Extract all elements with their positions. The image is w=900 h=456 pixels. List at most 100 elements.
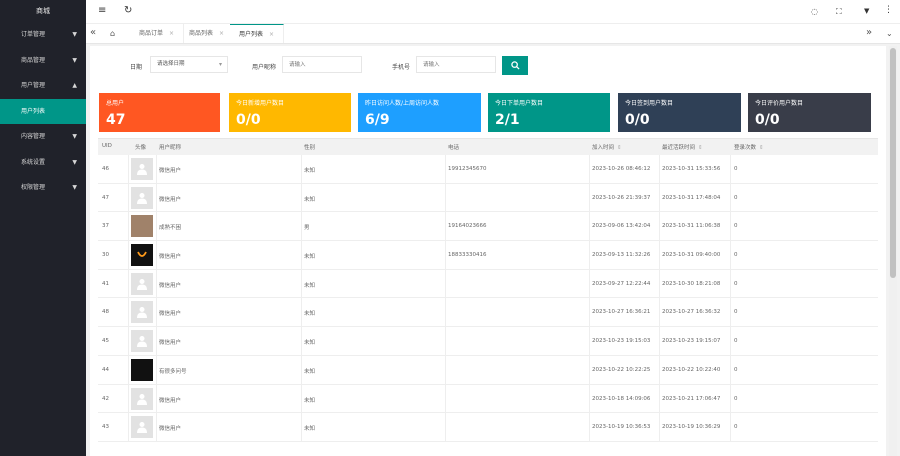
more-icon[interactable]: ⋮ — [884, 5, 893, 15]
menu-toggle-icon[interactable]: ≡ — [98, 5, 106, 16]
close-icon[interactable]: × — [169, 30, 174, 37]
column-divider — [128, 298, 129, 327]
sidebar-item-permissions[interactable]: 权限管理 ▼ — [0, 175, 86, 201]
column-divider — [589, 269, 590, 298]
column-divider — [301, 327, 302, 355]
user-placeholder-icon — [137, 192, 147, 204]
avatar[interactable] — [131, 244, 153, 267]
tab-product-orders[interactable]: 商品订单 × — [130, 24, 185, 43]
table-row[interactable]: 41 微信用户 未知 2023-09-27 12:22:44 2023-10-30 18… — [98, 269, 878, 299]
cell-join: 2023-10-19 10:36:53 — [592, 424, 651, 431]
avatar[interactable] — [131, 358, 153, 381]
cell-active: 2023-10-31 09:40:00 — [662, 252, 721, 259]
column-divider — [659, 241, 660, 269]
tab-label: 商品列表 — [189, 30, 214, 37]
table-row[interactable]: 48 微信用户 未知 2023-10-27 16:36:21 2023-10-27 16… — [98, 298, 878, 328]
column-divider — [156, 355, 157, 384]
table-row[interactable]: 42 微信用户 未知 2023-10-18 14:09:06 2023-10-21 17… — [98, 384, 878, 414]
refresh-icon[interactable]: ↻ — [124, 5, 132, 16]
table-row[interactable]: 37 成熟不困 男 19164023666 2023-09-06 13:42:04 202… — [98, 212, 878, 242]
tab-user-list[interactable]: 用户列表 × — [230, 24, 285, 43]
search-button[interactable] — [502, 56, 528, 75]
sidebar-item-orders[interactable]: 订单管理 ▼ — [0, 22, 86, 48]
tab-product-list[interactable]: 商品列表 × — [180, 24, 235, 43]
column-divider — [301, 212, 302, 241]
sidebar-item-user-list[interactable]: 用户列表 — [0, 98, 86, 124]
col-avatar[interactable]: 头像 — [135, 143, 146, 151]
cell-count: 0 — [734, 166, 738, 172]
tabs-scroll-right-icon[interactable]: » — [866, 27, 872, 38]
stat-card-value: 47 — [106, 112, 126, 128]
sidebar-item-label: 订单管理 — [21, 31, 46, 38]
column-divider — [301, 355, 302, 384]
table-row[interactable]: 43 微信用户 未知 2023-10-19 10:36:53 2023-10-19 10… — [98, 413, 878, 442]
sidebar-item-users[interactable]: 用户管理 ▲ — [0, 73, 86, 99]
cell-gender: 未知 — [304, 196, 316, 203]
col-active-time[interactable]: 最近活跃时间 ⇕ — [662, 143, 703, 151]
dropdown-icon[interactable]: ▼ — [864, 7, 869, 15]
col-login-count-label: 登录次数 — [734, 145, 757, 151]
tabs-scroll-left-icon[interactable]: « — [90, 27, 96, 38]
page-scrollbar[interactable] — [889, 46, 897, 456]
avatar[interactable] — [131, 272, 153, 295]
stat-card-ordering-users: 今日下单用户数目 2/1 — [488, 93, 610, 132]
user-placeholder-icon — [137, 307, 147, 319]
avatar[interactable] — [131, 158, 153, 180]
main-panel: 日期 请选择日期 ▾ 用户昵称 手机号 总用户 47 今日新增用户数目 0/0 … — [90, 46, 886, 456]
nickname-label: 用户昵称 — [252, 64, 277, 71]
fullscreen-icon[interactable]: ⛶ — [836, 7, 842, 17]
sort-icon[interactable]: ⇕ — [698, 145, 703, 151]
sort-icon[interactable]: ⇕ — [759, 145, 764, 151]
scrollbar-thumb[interactable] — [890, 48, 896, 278]
col-phone[interactable]: 电话 — [448, 143, 459, 151]
column-divider — [445, 183, 446, 212]
sidebar-item-content[interactable]: 内容管理 ▼ — [0, 124, 86, 150]
col-uid[interactable]: UID — [102, 143, 112, 149]
sort-icon[interactable]: ⇕ — [617, 145, 622, 151]
cell-uid: 42 — [102, 395, 109, 402]
column-divider — [589, 327, 590, 355]
cell-gender: 未知 — [304, 340, 316, 347]
theme-icon[interactable]: ◌ — [811, 7, 818, 16]
col-gender[interactable]: 性别 — [304, 143, 315, 151]
cell-join: 2023-10-23 19:15:03 — [592, 338, 651, 345]
date-select[interactable]: 请选择日期 ▾ — [150, 56, 228, 73]
avatar[interactable] — [131, 330, 153, 353]
cell-count: 0 — [734, 309, 738, 316]
stat-card-value: 2/1 — [495, 112, 520, 128]
column-divider — [128, 155, 129, 183]
stat-card-title: 昨日访问人数/上周访问人数 — [365, 100, 440, 107]
cell-join: 2023-10-18 14:09:06 — [592, 395, 651, 402]
column-divider — [730, 413, 731, 441]
table-row[interactable]: 46 微信用户 未知 19912345670 2023-10-26 08:46:12 20… — [98, 155, 878, 184]
column-divider — [589, 155, 590, 183]
cell-uid: 41 — [102, 280, 109, 287]
home-icon[interactable]: ⌂ — [110, 29, 115, 38]
sidebar-item-products[interactable]: 商品管理 ▼ — [0, 48, 86, 74]
avatar[interactable] — [131, 186, 153, 209]
avatar[interactable] — [131, 215, 153, 238]
chevron-down-icon: ▼ — [72, 158, 77, 166]
column-divider — [730, 355, 731, 384]
column-divider — [156, 183, 157, 212]
table-row[interactable]: 30 微信用户 未知 18833330416 2023-09-13 11:32:26 20… — [98, 241, 878, 270]
sidebar-item-system[interactable]: 系统设置 ▼ — [0, 150, 86, 176]
avatar[interactable] — [131, 387, 153, 410]
col-login-count[interactable]: 登录次数 ⇕ — [734, 143, 764, 151]
chevron-down-icon[interactable]: ⌄ — [886, 29, 893, 38]
col-join-time[interactable]: 加入时间 ⇕ — [592, 143, 622, 151]
table-row[interactable]: 44 有很多问号 未知 2023-10-22 10:22:25 2023-10-22 1… — [98, 355, 878, 385]
col-nickname[interactable]: 用户昵称 — [159, 143, 181, 151]
table-row[interactable]: 45 微信用户 未知 2023-10-23 19:15:03 2023-10-23 19… — [98, 327, 878, 356]
close-icon[interactable]: × — [219, 30, 224, 37]
cell-nick: 微信用户 — [159, 426, 182, 433]
nickname-input[interactable] — [282, 56, 362, 73]
avatar[interactable] — [131, 416, 153, 439]
user-placeholder-icon — [137, 164, 147, 175]
avatar[interactable] — [131, 301, 153, 324]
close-icon[interactable]: × — [269, 31, 274, 38]
phone-input[interactable] — [416, 56, 496, 73]
cell-active: 2023-10-23 19:15:07 — [662, 338, 721, 345]
table-row[interactable]: 47 微信用户 未知 2023-10-26 21:39:37 2023-10-31 17… — [98, 183, 878, 213]
cell-join: 2023-09-06 13:42:04 — [592, 223, 651, 230]
